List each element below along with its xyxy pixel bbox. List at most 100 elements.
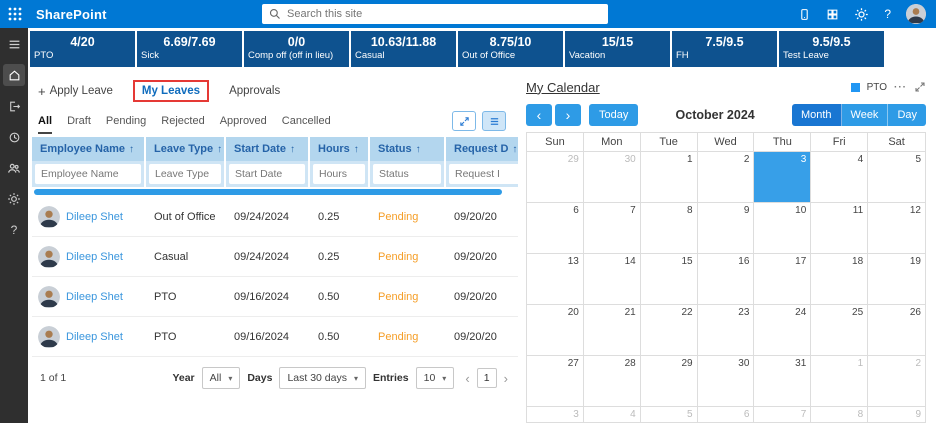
site-search[interactable] [262, 4, 608, 24]
filter-tab-all[interactable]: All [38, 108, 52, 134]
filter-input[interactable] [149, 164, 221, 184]
help-icon[interactable]: ? [884, 7, 891, 21]
calendar-day[interactable]: 16 [698, 254, 755, 305]
settings-gear-icon[interactable] [854, 7, 869, 22]
page-next-icon[interactable]: › [504, 371, 508, 386]
calendar-day[interactable]: 1 [641, 152, 698, 203]
tab-apply-leave[interactable]: + Apply Leave [38, 85, 113, 97]
calendar-day[interactable]: 30 [698, 356, 755, 407]
column-header[interactable]: Leave Type↑ [146, 137, 224, 161]
calendar-day[interactable]: 29 [641, 356, 698, 407]
calendar-day[interactable]: 19 [868, 254, 925, 305]
calendar-day[interactable]: 11 [811, 203, 868, 254]
view-month-button[interactable]: Month [792, 104, 842, 126]
table-row[interactable]: Dileep ShetPTO09/16/20240.50Pending09/20… [32, 317, 518, 357]
list-view-icon[interactable] [482, 111, 506, 131]
calendar-day[interactable]: 17 [754, 254, 811, 305]
calendar-day[interactable]: 22 [641, 305, 698, 356]
calendar-day[interactable]: 10 [754, 203, 811, 254]
filter-tab-draft[interactable]: Draft [67, 108, 91, 134]
brand-title[interactable]: SharePoint [36, 7, 107, 22]
horizontal-scrollbar[interactable] [32, 187, 518, 197]
calendar-prev-button[interactable]: ‹ [526, 104, 552, 126]
calendar-day[interactable]: 3 [754, 152, 811, 203]
filter-input[interactable] [35, 164, 141, 184]
calendar-day[interactable]: 4 [811, 152, 868, 203]
stat-tile[interactable]: 7.5/9.5FH [672, 31, 777, 67]
calendar-day[interactable]: 13 [527, 254, 584, 305]
filter-tab-cancelled[interactable]: Cancelled [282, 108, 331, 134]
today-button[interactable]: Today [589, 104, 638, 126]
calendar-day[interactable]: 2 [868, 356, 925, 407]
calendar-day[interactable]: 8 [641, 203, 698, 254]
calendar-day[interactable]: 6 [698, 407, 755, 423]
calendar-day[interactable]: 15 [641, 254, 698, 305]
calendar-day[interactable]: 8 [811, 407, 868, 423]
sort-asc-icon[interactable]: ↑ [129, 144, 134, 155]
apps-grid-icon[interactable] [826, 8, 839, 21]
sort-asc-icon[interactable]: ↑ [217, 144, 222, 155]
table-row[interactable]: Dileep ShetOut of Office09/24/20240.25Pe… [32, 197, 518, 237]
gear-icon[interactable] [3, 188, 25, 210]
filter-tab-pending[interactable]: Pending [106, 108, 146, 134]
view-day-button[interactable]: Day [888, 104, 926, 126]
stat-tile[interactable]: 0/0Comp off (off in lieu) [244, 31, 349, 67]
employee-name-link[interactable]: Dileep Shet [66, 251, 123, 263]
calendar-day[interactable]: 30 [584, 152, 641, 203]
mobile-icon[interactable] [798, 8, 811, 21]
column-header[interactable]: Hours↑ [310, 137, 368, 161]
calendar-day[interactable]: 25 [811, 305, 868, 356]
stat-tile[interactable]: 8.75/10Out of Office [458, 31, 563, 67]
calendar-day[interactable]: 21 [584, 305, 641, 356]
sort-asc-icon[interactable]: ↑ [354, 144, 359, 155]
filter-tab-approved[interactable]: Approved [220, 108, 267, 134]
filter-input[interactable] [373, 164, 441, 184]
sort-asc-icon[interactable]: ↑ [416, 144, 421, 155]
tab-my-leaves[interactable]: My Leaves [133, 80, 209, 102]
employee-name-link[interactable]: Dileep Shet [66, 211, 123, 223]
calendar-day[interactable]: 5 [868, 152, 925, 203]
employee-name-link[interactable]: Dileep Shet [66, 331, 123, 343]
calendar-day[interactable]: 9 [698, 203, 755, 254]
home-icon[interactable] [3, 64, 25, 86]
scrollbar-thumb[interactable] [34, 189, 502, 195]
user-avatar[interactable] [906, 4, 926, 24]
sort-asc-icon[interactable]: ↑ [512, 144, 517, 155]
expand-calendar-icon[interactable] [914, 81, 926, 93]
calendar-day[interactable]: 9 [868, 407, 925, 423]
sort-asc-icon[interactable]: ↑ [290, 144, 295, 155]
filter-input[interactable] [313, 164, 365, 184]
days-select[interactable]: Last 30 days ▾ [279, 367, 366, 389]
filter-input[interactable] [449, 164, 518, 184]
stat-tile[interactable]: 10.63/11.88Casual [351, 31, 456, 67]
clock-icon[interactable] [3, 126, 25, 148]
calendar-title-link[interactable]: My Calendar [526, 80, 600, 95]
calendar-day[interactable]: 3 [527, 407, 584, 423]
employee-name-link[interactable]: Dileep Shet [66, 291, 123, 303]
calendar-day[interactable]: 6 [527, 203, 584, 254]
entries-select[interactable]: 10 ▾ [416, 367, 455, 389]
calendar-day[interactable]: 4 [584, 407, 641, 423]
calendar-day[interactable]: 18 [811, 254, 868, 305]
app-launcher-button[interactable] [0, 0, 30, 28]
calendar-day[interactable]: 2 [698, 152, 755, 203]
calendar-day[interactable]: 29 [527, 152, 584, 203]
calendar-day[interactable]: 31 [754, 356, 811, 407]
sidebar-help-icon[interactable]: ? [3, 219, 25, 241]
column-header[interactable]: Start Date↑ [226, 137, 308, 161]
calendar-day[interactable]: 27 [527, 356, 584, 407]
calendar-day[interactable]: 7 [754, 407, 811, 423]
stat-tile[interactable]: 9.5/9.5Test Leave [779, 31, 884, 67]
stat-tile[interactable]: 6.69/7.69Sick [137, 31, 242, 67]
expand-icon[interactable] [452, 111, 476, 131]
calendar-day[interactable]: 5 [641, 407, 698, 423]
table-row[interactable]: Dileep ShetPTO09/16/20240.50Pending09/20… [32, 277, 518, 317]
page-prev-icon[interactable]: ‹ [465, 371, 469, 386]
calendar-day[interactable]: 20 [527, 305, 584, 356]
column-header[interactable]: Employee Name↑ [32, 137, 144, 161]
calendar-day[interactable]: 26 [868, 305, 925, 356]
filter-tab-rejected[interactable]: Rejected [161, 108, 204, 134]
calendar-day[interactable]: 24 [754, 305, 811, 356]
column-header[interactable]: Status↑ [370, 137, 444, 161]
page-number[interactable]: 1 [477, 368, 497, 388]
